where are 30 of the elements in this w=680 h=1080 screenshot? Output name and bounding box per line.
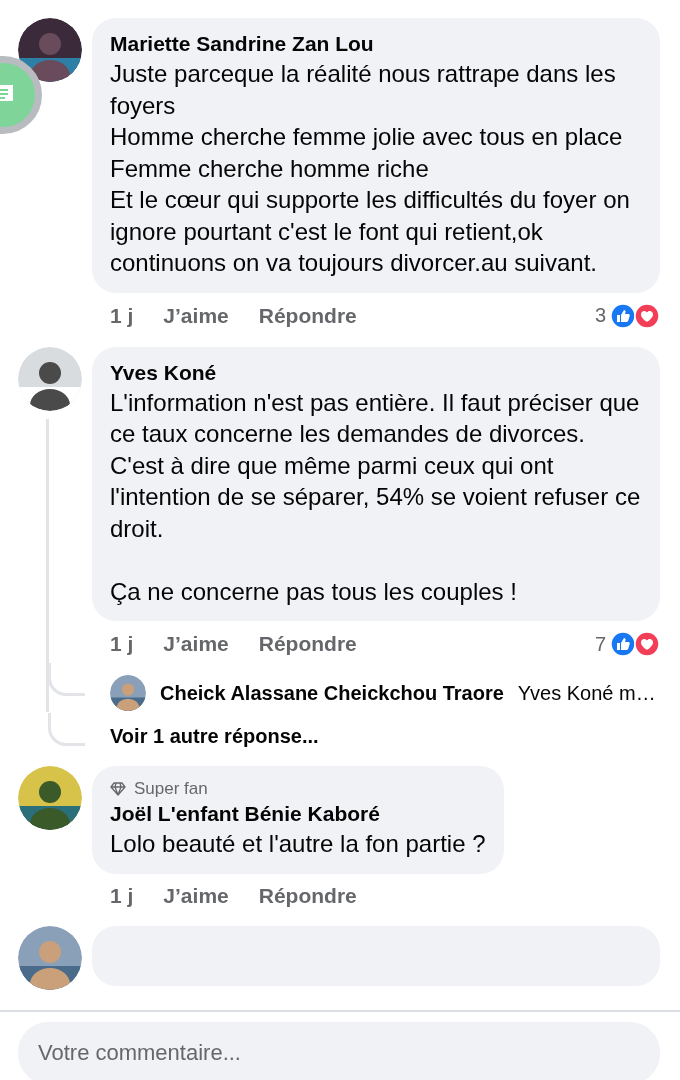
- reaction-count: 3: [594, 304, 606, 327]
- like-icon: [610, 631, 636, 657]
- comment-input[interactable]: Votre commentaire...: [18, 1022, 660, 1080]
- avatar: [110, 675, 146, 711]
- reaction-count: 7: [594, 632, 606, 656]
- like-icon: [610, 302, 636, 329]
- reply-preview[interactable]: Yves Koné m…: [517, 681, 656, 705]
- comment-text: Lolo beauté et l'autre la fon partie ?: [110, 829, 486, 859]
- comment-text: Homme cherche femme jolie avec tous en place: [110, 122, 624, 152]
- comment-text: L'information n'est pas entière. Il faut préciser que ce taux concerne les demandes de divorces. C'est à dire que même parmi ceux qui ont l'intention de se séparer, 54% se voient refuser ce droit.: [110, 387, 642, 544]
- reply-link[interactable]: Répondre: [258, 303, 357, 328]
- like-link[interactable]: J’aime: [163, 632, 229, 656]
- timestamp: 1 j: [110, 883, 134, 908]
- like-link[interactable]: J’aime: [163, 883, 229, 908]
- comment-text: Juste parceque la réalité nous rattrape dans les foyers: [110, 59, 617, 121]
- author-name[interactable]: Mariette Sandrine Zan Lou: [110, 30, 642, 58]
- badge-label: Super fan: [134, 778, 208, 800]
- timestamp: 1 j: [110, 632, 134, 656]
- more-replies-link[interactable]: Voir 1 autre réponse...: [110, 725, 319, 748]
- reply-link[interactable]: Répondre: [258, 883, 357, 908]
- reply-link[interactable]: Répondre: [258, 632, 357, 656]
- like-link[interactable]: J’aime: [163, 303, 229, 328]
- comment-text: Ça ne concerne pas tous les couples !: [110, 576, 518, 607]
- reply-author[interactable]: Cheick Alassane Cheickchou Traore: [160, 681, 504, 705]
- timestamp: 1 j: [110, 303, 134, 328]
- author-name[interactable]: Joël L'enfant Bénie Kaboré: [110, 800, 486, 828]
- author-name[interactable]: Yves Koné: [110, 358, 642, 387]
- diamond-icon: [110, 782, 126, 796]
- comment-text: Et le cœur qui supporte les difficultés du foyer on ignore pourtant c'est le font qui retient,ok continuons on va toujours divorcer.au suivant.: [110, 185, 631, 278]
- comment-text: Femme cherche homme riche: [110, 153, 430, 184]
